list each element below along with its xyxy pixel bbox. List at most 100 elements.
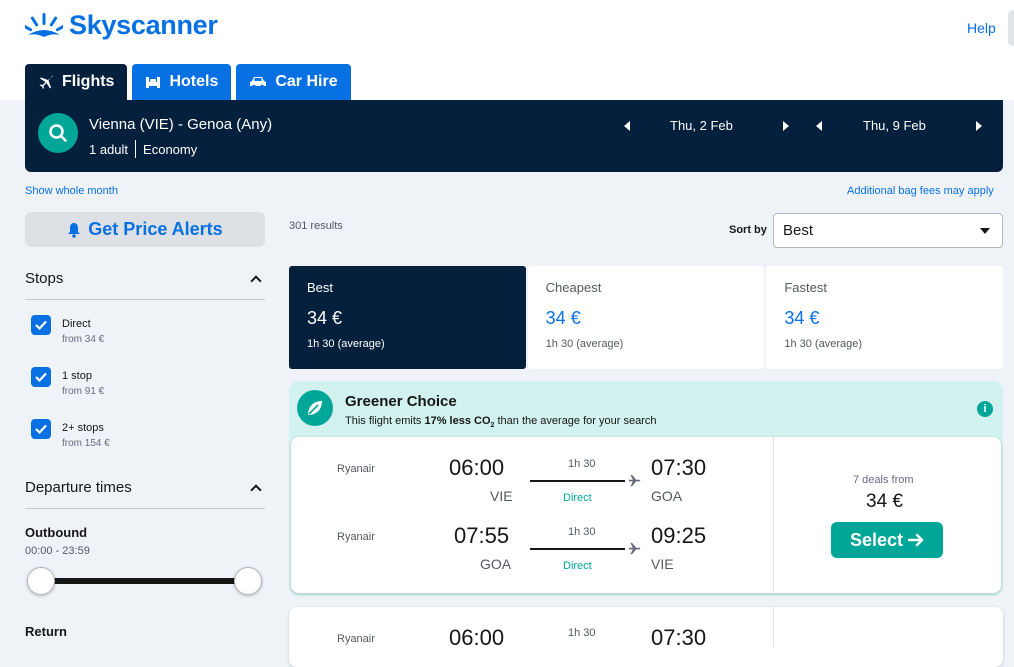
outbound-leg: Ryanair 06:00 VIE 1h 30 Direct 07:30 GOA: [291, 437, 773, 504]
flight-result-card[interactable]: Ryanair 06:00 1h 30 07:30: [289, 607, 1003, 667]
divider: [135, 140, 137, 158]
skyscanner-logo[interactable]: Skyscanner: [25, 10, 218, 41]
outbound-slider-start-handle[interactable]: [27, 567, 55, 595]
sort-tab-name: Fastest: [784, 280, 827, 295]
car-icon: [250, 77, 267, 89]
next-depart-date-icon[interactable]: [782, 120, 789, 131]
arrow-right-icon: [908, 533, 924, 547]
greener-choice-title: Greener Choice: [345, 393, 457, 410]
divider: [773, 607, 774, 647]
bag-fees-link[interactable]: Additional bag fees may apply: [847, 185, 994, 197]
passenger-summary: 1 adult Economy: [89, 140, 198, 158]
stops-label: Direct: [563, 492, 592, 504]
flight-result-card[interactable]: Ryanair 06:00 VIE 1h 30 Direct 07:30 GOA…: [291, 437, 1001, 593]
arrival-airport: VIE: [651, 556, 674, 572]
search-summary[interactable]: Vienna (VIE) - Genoa (Any) 1 adult Econo…: [25, 100, 1003, 172]
airline-name: Ryanair: [337, 463, 375, 475]
price-alerts-button[interactable]: Get Price Alerts: [25, 212, 265, 247]
product-tabs: Flights Hotels Car Hire: [25, 64, 351, 100]
plane-icon: [39, 75, 53, 89]
info-icon[interactable]: i: [977, 401, 993, 417]
stops-option-direct[interactable]: Direct from 34 €: [31, 315, 104, 345]
emissions-highlight: 17% less CO: [424, 415, 491, 427]
departure-times-title: Departure times: [25, 479, 132, 496]
departure-time: 06:00: [449, 625, 505, 650]
stops-option-1-stop[interactable]: 1 stop from 91 €: [31, 367, 104, 397]
departure-airport: GOA: [480, 556, 512, 572]
sort-tab-cheapest[interactable]: Cheapest 34 € 1h 30 (average): [527, 266, 765, 369]
stops-filter-header[interactable]: Stops: [25, 270, 265, 287]
sort-select[interactable]: Best: [773, 213, 1003, 248]
tab-car-hire[interactable]: Car Hire: [236, 64, 351, 100]
checkmark-icon: [35, 424, 47, 434]
departure-time: 07:55: [454, 523, 510, 548]
route-text: Vienna (VIE) - Genoa (Any): [89, 116, 273, 133]
brand-name: Skyscanner: [69, 10, 218, 40]
tab-car-hire-label: Car Hire: [275, 73, 338, 90]
prev-return-date-icon[interactable]: [816, 120, 822, 131]
passenger-count: 1 adult: [89, 142, 129, 157]
search-icon: [49, 124, 67, 142]
emissions-text-pre: This flight emits: [345, 415, 425, 427]
depart-date[interactable]: Thu, 2 Feb: [670, 118, 733, 133]
one-stop-label: 1 stop: [62, 370, 92, 382]
airline-name: Ryanair: [337, 633, 375, 645]
next-return-date-icon[interactable]: [975, 120, 982, 131]
tab-flights-label: Flights: [62, 73, 115, 90]
outbound-time-range: 00:00 - 23:59: [25, 545, 90, 557]
tab-flights[interactable]: Flights: [25, 64, 128, 100]
sort-tab-duration: 1h 30 (average): [307, 338, 385, 350]
stops-filter-title: Stops: [25, 270, 64, 287]
sort-tab-name: Cheapest: [545, 280, 602, 295]
checkmark-icon: [35, 320, 47, 330]
two-plus-stops-from-price: from 154 €: [62, 438, 110, 449]
deals-count: 7 deals from: [853, 474, 914, 486]
return-date-picker: Thu, 9 Feb: [816, 118, 982, 133]
outbound-slider-track[interactable]: [41, 578, 248, 584]
one-stop-checkbox[interactable]: [31, 367, 51, 387]
arrival-airport: GOA: [651, 488, 683, 504]
select-label: Select: [849, 529, 904, 550]
emissions-text-post: than the average for your search: [494, 415, 657, 427]
sort-tab-price: 34 €: [784, 308, 820, 328]
select-button[interactable]: Select: [831, 522, 943, 558]
caret-down-icon: [980, 228, 990, 234]
tab-hotels[interactable]: Hotels: [132, 64, 232, 100]
cabin-class: Economy: [143, 142, 198, 157]
return-title: Return: [25, 624, 67, 639]
plane-icon: [628, 474, 641, 487]
direct-checkbox[interactable]: [31, 315, 51, 335]
show-whole-month-link[interactable]: Show whole month: [25, 185, 118, 197]
divider: [25, 299, 265, 300]
outbound-slider-end-handle[interactable]: [234, 567, 262, 595]
sort-tab-name: Best: [307, 280, 334, 295]
search-button[interactable]: [38, 113, 78, 153]
checkmark-icon: [35, 372, 47, 382]
leaf-icon: [297, 390, 333, 426]
profile-button-edge[interactable]: [1008, 10, 1014, 46]
divider: [25, 508, 265, 509]
greener-choice-subtitle: This flight emits 17% less CO2 than the …: [345, 415, 656, 429]
route-line: [530, 548, 625, 550]
sort-tab-price: 34 €: [307, 308, 343, 328]
outbound-title: Outbound: [25, 525, 88, 540]
sort-tab-duration: 1h 30 (average): [545, 338, 624, 350]
two-plus-stops-checkbox[interactable]: [31, 419, 51, 439]
two-plus-stops-label: 2+ stops: [62, 422, 104, 434]
departure-times-filter-header[interactable]: Departure times: [25, 479, 265, 496]
sort-value: Best: [783, 222, 814, 239]
help-link[interactable]: Help: [967, 20, 996, 36]
direct-label: Direct: [62, 318, 91, 330]
bell-icon: [68, 222, 81, 238]
airline-name: Ryanair: [337, 531, 375, 543]
sort-tab-best[interactable]: Best 34 € 1h 30 (average): [289, 266, 526, 369]
return-date[interactable]: Thu, 9 Feb: [863, 118, 926, 133]
sort-tabs: Best 34 € 1h 30 (average) Cheapest 34 € …: [289, 266, 1004, 369]
results-count: 301 results: [289, 220, 343, 232]
stops-option-2-plus[interactable]: 2+ stops from 154 €: [31, 419, 110, 449]
arrival-time: 07:30: [651, 455, 707, 480]
divider: [773, 437, 774, 593]
departure-airport: VIE: [490, 488, 513, 504]
sort-tab-fastest[interactable]: Fastest 34 € 1h 30 (average): [766, 266, 1004, 369]
prev-depart-date-icon[interactable]: [624, 120, 630, 131]
